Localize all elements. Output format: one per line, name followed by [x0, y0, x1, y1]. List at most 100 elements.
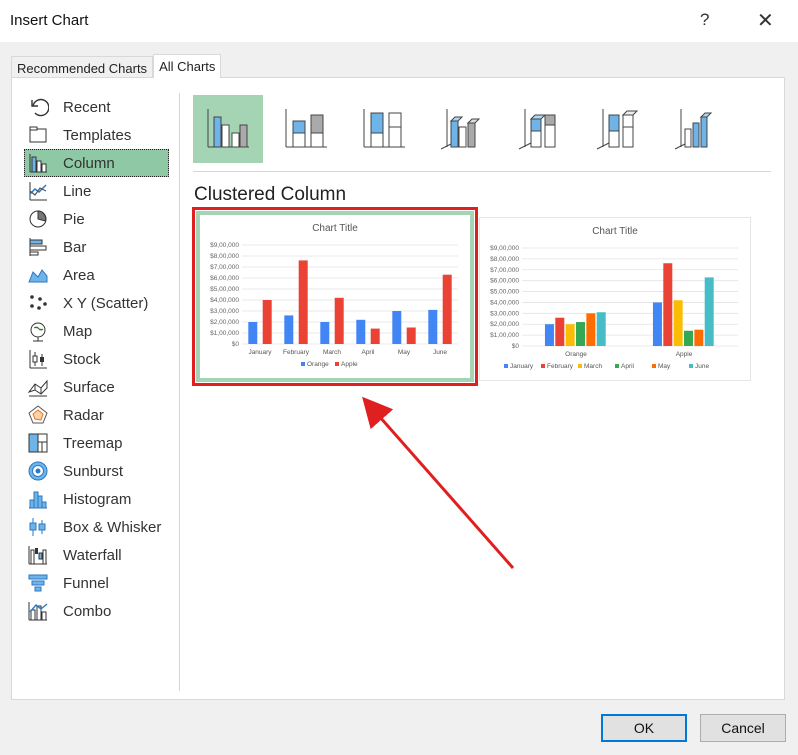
y-tick-label: $9,00,000 [490, 245, 519, 252]
sidebar-item-column[interactable]: Column [24, 149, 169, 177]
sidebar-item-line[interactable]: Line [24, 177, 169, 205]
sidebar-item-bar[interactable]: Bar [24, 233, 169, 261]
sidebar-item-label: Treemap [63, 434, 123, 452]
subtype-3d-clustered-column[interactable] [427, 95, 497, 163]
sidebar-item-combo[interactable]: Combo [24, 597, 169, 625]
tab-all-charts[interactable]: All Charts [153, 54, 222, 78]
sidebar-item-label: X Y (Scatter) [63, 294, 149, 312]
x-tick-label: April [361, 349, 375, 356]
sidebar-item-label: Column [63, 154, 115, 172]
y-tick-label: $8,00,000 [210, 253, 239, 260]
sidebar-item-histogram[interactable]: Histogram [24, 485, 169, 513]
chart-title: Chart Title [312, 223, 358, 234]
subtype-3d-100-stacked-column[interactable] [583, 95, 653, 163]
tab-bar: Recommended Charts All Charts [11, 54, 222, 78]
close-button[interactable]: ✕ [757, 8, 774, 33]
sidebar-item-map[interactable]: Map [24, 317, 169, 345]
box-whisker-chart-icon [27, 516, 49, 538]
bar-orange-may [392, 311, 402, 344]
subtype-clustered-column[interactable] [193, 95, 263, 163]
y-tick-label: $3,00,000 [210, 308, 239, 315]
x-tick-label: February [283, 349, 310, 356]
bar-june-orange [596, 312, 606, 346]
sidebar-item-waterfall[interactable]: Waterfall [24, 541, 169, 569]
x-tick-label: Orange [565, 351, 587, 358]
sidebar-item-label: Combo [63, 602, 112, 620]
subtype-title: Clustered Column [194, 184, 347, 205]
funnel-chart-icon [27, 572, 49, 594]
area-chart-icon [27, 264, 49, 286]
bar-february-apple [663, 263, 673, 346]
sidebar-item-surface[interactable]: Surface [24, 373, 169, 401]
y-tick-label: $9,00,000 [210, 242, 239, 249]
subtype-3d-stacked-column[interactable] [505, 95, 575, 163]
sidebar-item-funnel[interactable]: Funnel [24, 569, 169, 597]
bar-january-orange [544, 324, 554, 346]
legend-swatch [578, 364, 582, 368]
sidebar-item-label: Box & Whisker [63, 518, 162, 536]
y-tick-label: $6,00,000 [210, 275, 239, 282]
sidebar-item-area[interactable]: Area [24, 261, 169, 289]
sidebar-divider [179, 93, 180, 691]
chart-preview-clustered-by-fruit[interactable]: Chart Title $0 $1,00,000 $2,00,000 $3,00,000… [479, 217, 751, 381]
bar-apple-june [442, 274, 452, 344]
map-chart-icon [27, 320, 49, 342]
subtype-divider [193, 171, 771, 172]
sidebar-item-recent[interactable]: Recent [24, 93, 169, 121]
sidebar-item-x-y-scatter[interactable]: X Y (Scatter) [24, 289, 169, 317]
preview-chart-1: Chart Title $0 $1,00,000 $2,00,000 $3,00,000… [210, 223, 458, 368]
sidebar-item-radar[interactable]: Radar [24, 401, 169, 429]
chart-title: Chart Title [592, 226, 638, 237]
sidebar-item-treemap[interactable]: Treemap [24, 429, 169, 457]
sidebar-item-pie[interactable]: Pie [24, 205, 169, 233]
cancel-button[interactable]: Cancel [700, 714, 786, 742]
sidebar-item-label: Line [63, 182, 92, 200]
sidebar-item-label: Pie [63, 210, 85, 228]
legend-swatch [541, 364, 545, 368]
recent-icon [27, 96, 49, 118]
surface-chart-icon [27, 376, 49, 398]
subtype-3d-column[interactable] [661, 95, 731, 163]
sidebar-item-stock[interactable]: Stock [24, 345, 169, 373]
bar-orange-april [356, 319, 366, 344]
sidebar-item-box-whisker[interactable]: Box & Whisker [24, 513, 169, 541]
3d-100-stacked-column-icon [596, 109, 639, 150]
legend-label: January [510, 363, 534, 370]
subtype-100-stacked-column[interactable] [349, 95, 419, 163]
tab-recommended-charts[interactable]: Recommended Charts [11, 56, 154, 78]
treemap-chart-icon [27, 432, 49, 454]
y-tick-label: $4,00,000 [490, 299, 519, 306]
chart-type-list: Recent Templates Column Line Pie Bar Area X Y (… [24, 93, 169, 625]
help-button[interactable]: ? [700, 10, 709, 30]
legend-label: April [621, 363, 635, 370]
waterfall-chart-icon [27, 544, 49, 566]
templates-icon [27, 124, 49, 146]
chart-preview-clustered-by-month[interactable]: Chart Title $0 $1,00,000 $2,00,000 $3,00,000… [192, 207, 478, 386]
scatter-chart-icon [27, 292, 49, 314]
legend-swatch [689, 364, 693, 368]
legend-label: Apple [341, 361, 358, 368]
bar-may-apple [694, 329, 704, 346]
sunburst-chart-icon [27, 460, 49, 482]
sidebar-item-label: Radar [63, 406, 104, 424]
3d-column-icon [674, 109, 713, 150]
sidebar-item-label: Area [63, 266, 95, 284]
y-tick-label: $6,00,000 [490, 278, 519, 285]
sidebar-item-label: Funnel [63, 574, 109, 592]
sidebar-item-label: Map [63, 322, 93, 340]
bar-apple-may [406, 327, 416, 344]
bar-chart-icon [27, 236, 49, 258]
bar-apple-march [334, 297, 344, 344]
bar-orange-june [428, 309, 438, 344]
ok-button[interactable]: OK [601, 714, 687, 742]
x-tick-label: June [433, 349, 447, 356]
sidebar-item-sunburst[interactable]: Sunburst [24, 457, 169, 485]
sidebar-item-label: Stock [63, 350, 101, 368]
y-tick-label: $1,00,000 [490, 332, 519, 339]
subtype-stacked-column[interactable] [271, 95, 341, 163]
y-tick-label: $4,00,000 [210, 297, 239, 304]
sidebar-item-templates[interactable]: Templates [24, 121, 169, 149]
sidebar-item-label: Bar [63, 238, 87, 256]
histogram-chart-icon [27, 488, 49, 510]
sidebar-item-label: Recent [63, 98, 111, 116]
